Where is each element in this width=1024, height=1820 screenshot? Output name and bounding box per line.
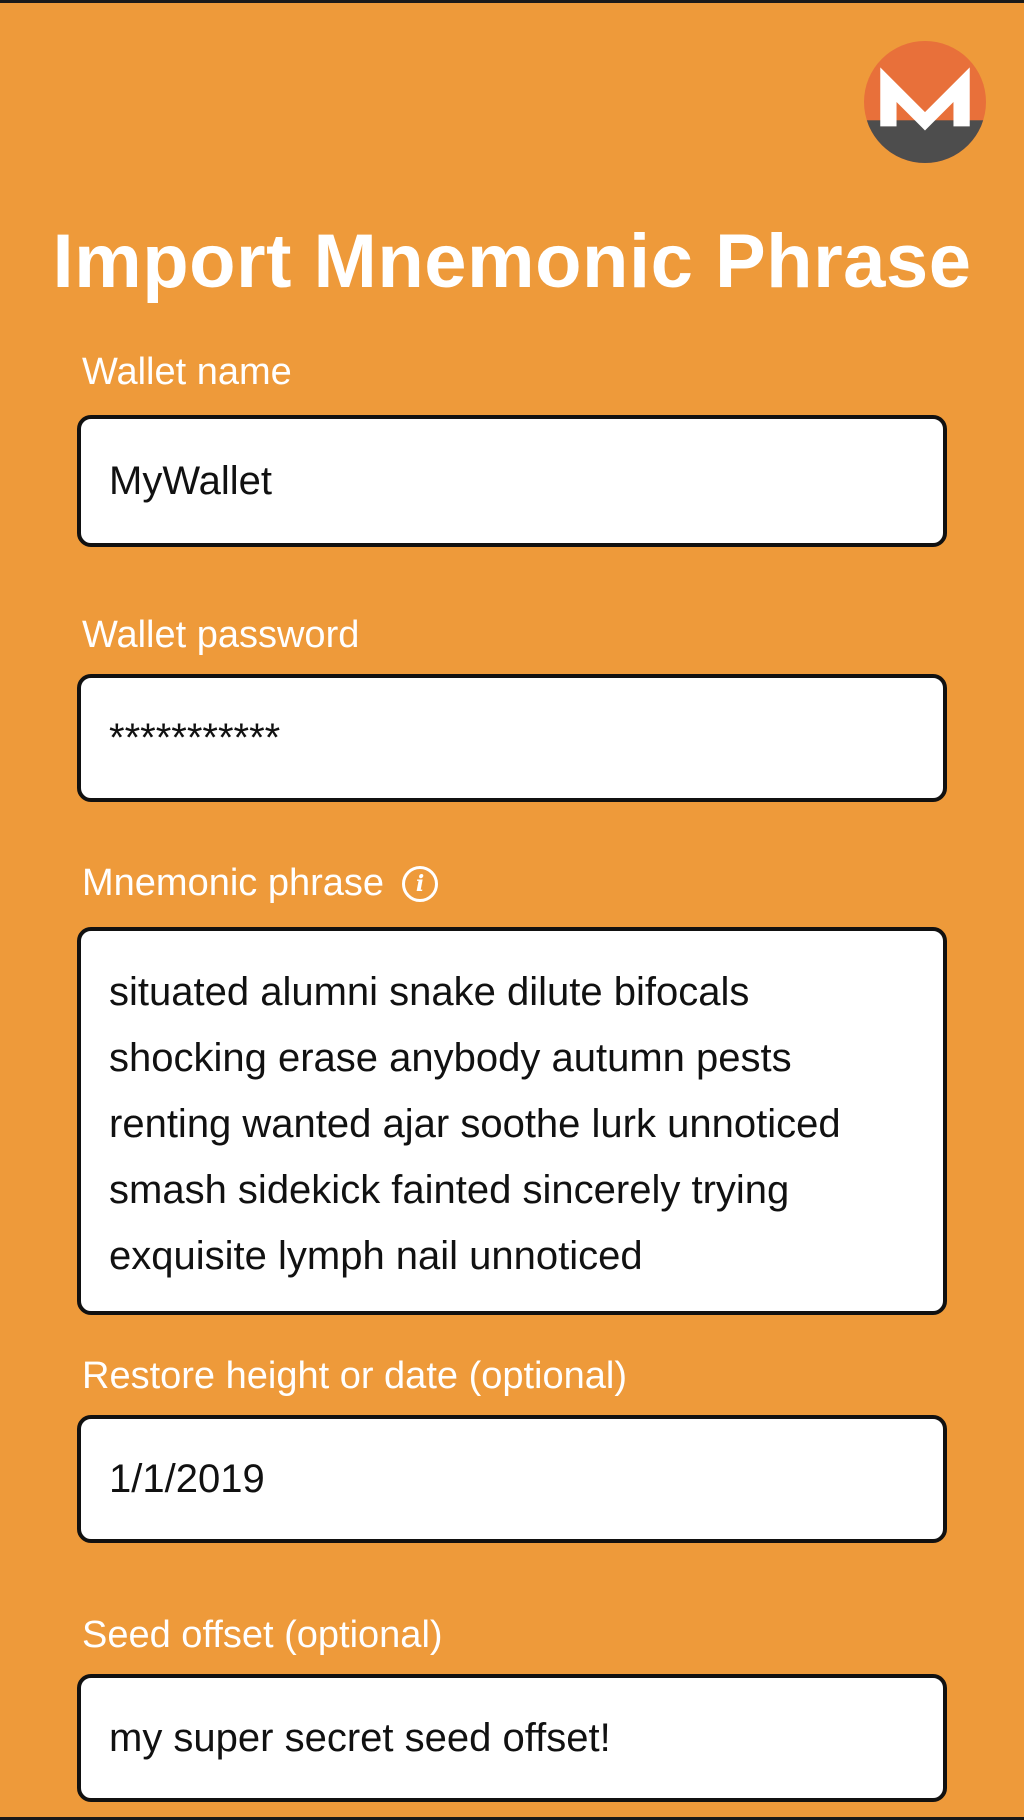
seed-offset-input[interactable]: my super secret seed offset! [77, 1674, 947, 1802]
wallet-name-label: Wallet name [82, 351, 292, 393]
wallet-name-input[interactable]: MyWallet [77, 415, 947, 547]
restore-height-input[interactable]: 1/1/2019 [77, 1415, 947, 1543]
monero-logo-icon [864, 41, 986, 163]
seed-offset-label: Seed offset (optional) [82, 1614, 443, 1656]
mnemonic-phrase-label: Mnemonic phrase i [82, 862, 439, 905]
wallet-password-label: Wallet password [82, 614, 360, 656]
restore-height-label: Restore height or date (optional) [82, 1355, 627, 1397]
info-icon[interactable]: i [402, 865, 439, 902]
mnemonic-phrase-label-text: Mnemonic phrase [82, 862, 385, 904]
mnemonic-phrase-input[interactable]: situated alumni snake dilute bifocals sh… [77, 927, 947, 1315]
import-mnemonic-screen: Import Mnemonic Phrase Wallet name MyWal… [0, 0, 1024, 1820]
wallet-password-input[interactable]: *********** [77, 674, 947, 802]
page-title: Import Mnemonic Phrase [52, 219, 972, 304]
